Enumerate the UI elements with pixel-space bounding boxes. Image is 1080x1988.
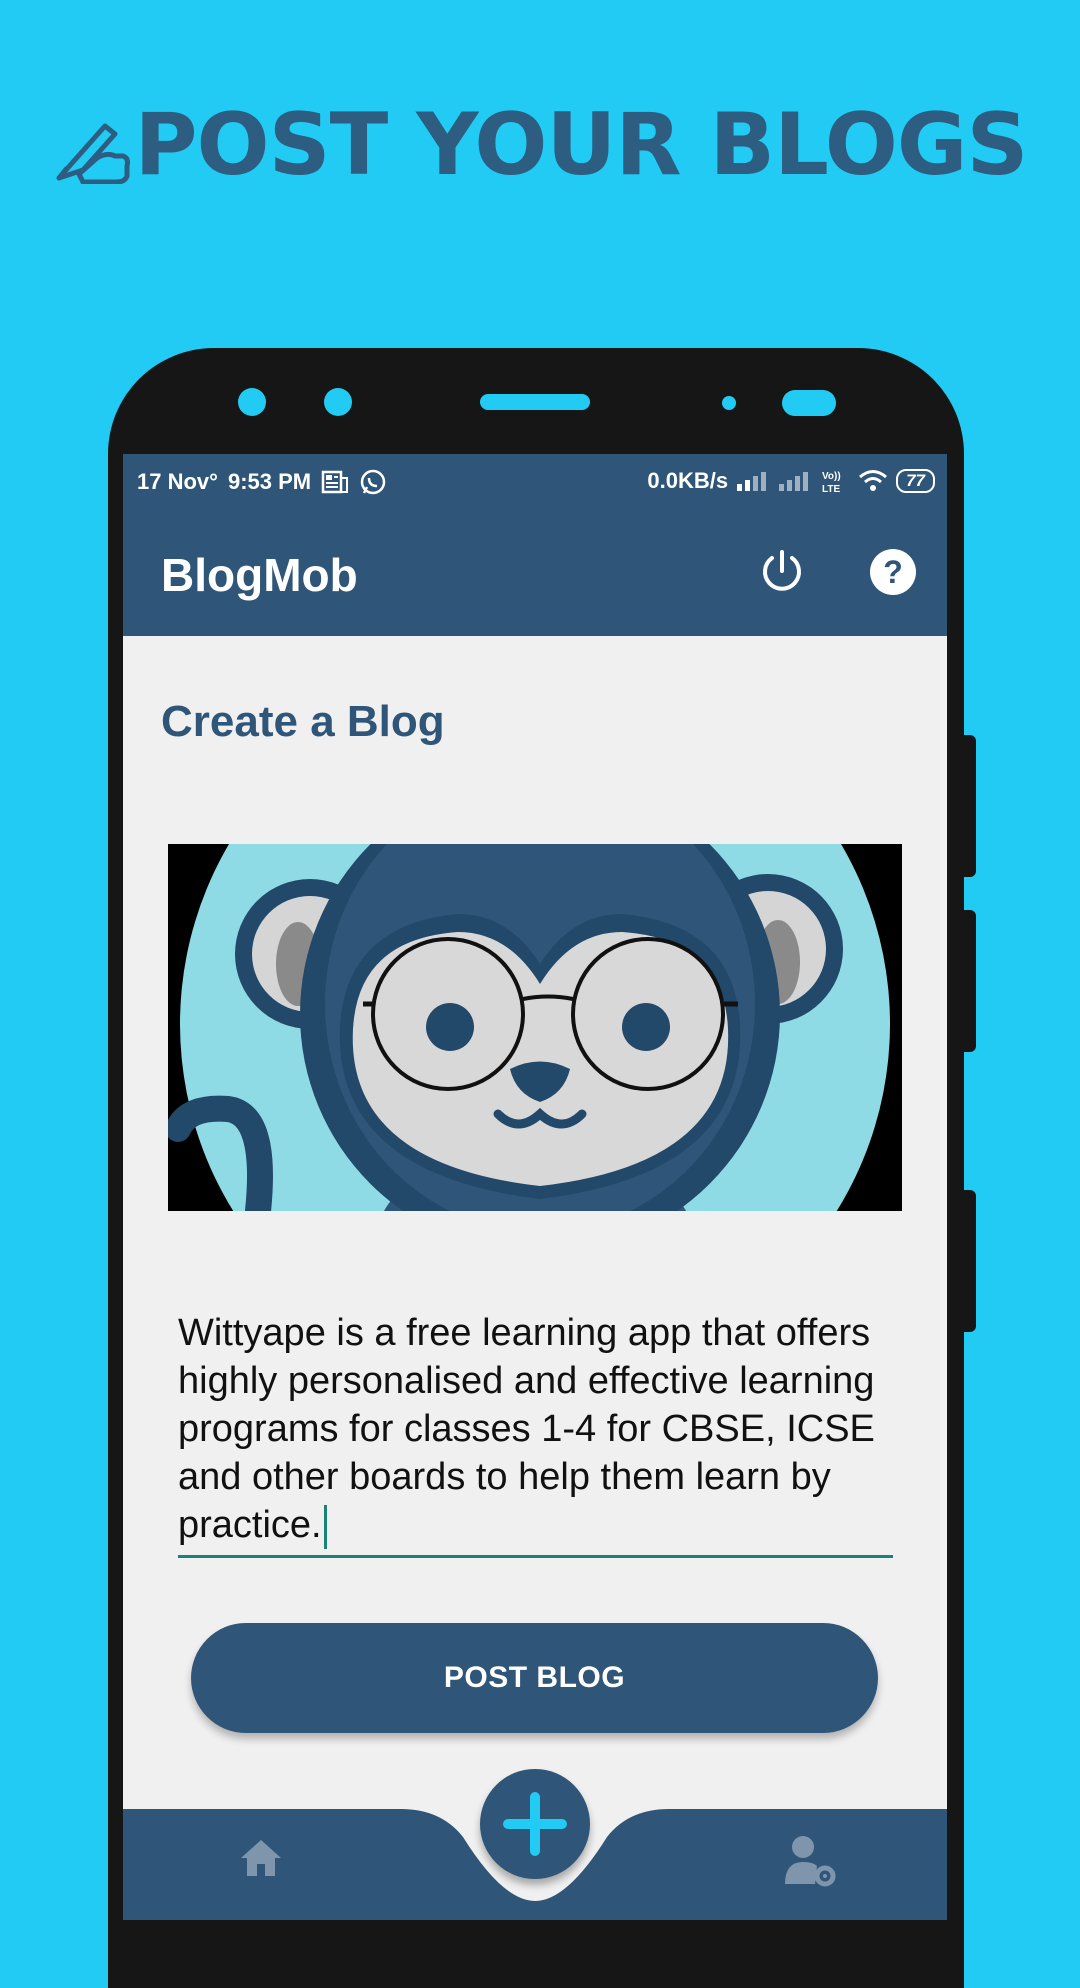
promo-title-text: POST YOUR BLOGS bbox=[134, 95, 1029, 195]
camera-dot bbox=[238, 388, 266, 416]
signal-icon bbox=[779, 472, 809, 491]
add-icon bbox=[503, 1792, 567, 1856]
power-icon[interactable] bbox=[759, 548, 805, 594]
post-blog-button[interactable]: POST BLOG bbox=[191, 1623, 878, 1733]
network-speed: 0.0KB/s bbox=[647, 468, 729, 493]
blog-image[interactable] bbox=[168, 844, 902, 1211]
page-title: Create a Blog bbox=[161, 697, 445, 746]
battery-level: 77 bbox=[906, 471, 925, 490]
whatsapp-icon bbox=[360, 469, 386, 495]
help-icon[interactable]: ? bbox=[869, 548, 917, 596]
phone-screen: 17 Nov° 9:53 PM 0.0KB/s Vo)) LTE 77 Blog… bbox=[123, 454, 947, 1920]
home-icon[interactable] bbox=[239, 1838, 283, 1878]
status-bar: 17 Nov° 9:53 PM 0.0KB/s Vo)) LTE 77 bbox=[123, 454, 947, 510]
writing-hand-icon bbox=[56, 123, 130, 185]
add-blog-fab[interactable] bbox=[480, 1769, 590, 1879]
blog-text-input[interactable]: Wittyape is a free learning app that off… bbox=[178, 1309, 893, 1558]
sensor-dot bbox=[722, 396, 736, 410]
user-settings-icon[interactable] bbox=[783, 1834, 837, 1888]
status-date: 17 Nov° bbox=[137, 469, 218, 494]
svg-text:?: ? bbox=[883, 554, 903, 590]
wifi-icon bbox=[859, 470, 888, 491]
svg-text:Vo)): Vo)) bbox=[822, 471, 841, 482]
signal-icon bbox=[737, 472, 767, 491]
monkey-mascot-image bbox=[168, 844, 902, 1211]
blog-text-value: Wittyape is a free learning app that off… bbox=[178, 1312, 875, 1546]
app-bar: BlogMob ? bbox=[123, 510, 947, 636]
svg-text:LTE: LTE bbox=[822, 484, 840, 494]
news-icon bbox=[321, 470, 349, 494]
front-camera bbox=[782, 390, 836, 416]
side-button bbox=[962, 1190, 976, 1332]
status-time: 9:53 PM bbox=[227, 469, 312, 494]
side-button bbox=[962, 910, 976, 1052]
camera-dot bbox=[324, 388, 352, 416]
app-title: BlogMob bbox=[161, 549, 358, 601]
side-button bbox=[962, 735, 976, 877]
battery-icon: 77 bbox=[896, 469, 935, 493]
text-caret bbox=[323, 1504, 327, 1549]
earpiece-speaker bbox=[480, 394, 590, 410]
volte-icon: Vo)) LTE bbox=[822, 471, 841, 494]
promo-title: POST YOUR BLOGS bbox=[0, 95, 1080, 195]
